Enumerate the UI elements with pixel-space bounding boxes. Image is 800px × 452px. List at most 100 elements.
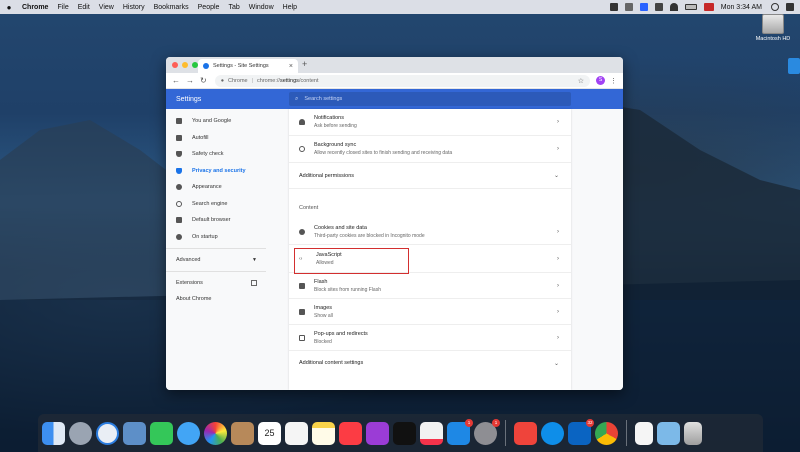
chrome-window: Settings - Site Settings × + ← → ↻ ● Chr… (166, 57, 623, 390)
setting-flash[interactable]: Flash Block sites from running Flash › (289, 273, 571, 299)
contacts-icon[interactable] (231, 421, 254, 445)
address-bar[interactable]: ● Chrome | chrome://settings/content ☆ (214, 74, 590, 87)
menu-people[interactable]: People (198, 4, 220, 11)
setting-javascript[interactable]: ‹› JavaScript Allowed › (289, 245, 571, 274)
photo-preview-icon[interactable] (123, 421, 146, 445)
bluetooth-icon[interactable] (639, 3, 648, 11)
menu-app-name[interactable]: Chrome (22, 4, 48, 11)
photos-icon[interactable] (204, 421, 227, 445)
menu-file[interactable]: File (57, 4, 68, 11)
teamviewer-icon[interactable] (541, 421, 564, 445)
finder-icon[interactable] (42, 421, 65, 445)
notes-icon[interactable] (312, 421, 335, 445)
folder-icon[interactable] (657, 421, 680, 445)
calendar-icon[interactable]: 25 (258, 421, 281, 445)
reload-icon[interactable]: ↻ (200, 76, 207, 85)
desktop-drive[interactable]: Macintosh HD (752, 14, 794, 42)
url-separator: | (251, 77, 254, 84)
trash-icon[interactable] (684, 421, 702, 445)
setting-notifications[interactable]: Notifications Ask before sending › (289, 109, 571, 136)
setting-subtitle: Third-party cookies are blocked in Incog… (314, 232, 425, 239)
sidebar-extensions[interactable]: Extensions (166, 275, 289, 291)
podcasts-icon[interactable] (366, 421, 389, 445)
search-settings-input[interactable]: ⌕ Search settings (289, 92, 571, 106)
setting-title: Flash (314, 278, 328, 285)
grid-icon[interactable] (624, 3, 633, 11)
facetime-icon[interactable] (150, 421, 173, 445)
search-icon[interactable] (771, 3, 779, 11)
sidebar-divider (166, 248, 266, 249)
sidebar-item-safety-check[interactable]: Safety check (166, 146, 289, 163)
app-store-badge: 1 (465, 418, 473, 427)
sidebar-item-you-and-google[interactable]: You and Google (166, 113, 289, 130)
wifi-icon[interactable] (669, 3, 678, 11)
minimize-window-button[interactable] (182, 62, 188, 68)
menu-tab[interactable]: Tab (228, 4, 239, 11)
sidebar-item-privacy-and-security[interactable]: Privacy and security (166, 163, 289, 180)
flag-icon[interactable] (703, 3, 714, 11)
reminders-icon[interactable] (285, 421, 308, 445)
menu-history[interactable]: History (123, 4, 145, 11)
sidebar-item-search-engine[interactable]: Search engine (166, 196, 289, 213)
browser-toolbar: ← → ↻ ● Chrome | chrome://settings/conte… (166, 73, 623, 89)
sidebar-item-autofill[interactable]: Autofill (166, 130, 289, 147)
additional-content-settings-toggle[interactable]: Additional content settings ⌄ (289, 351, 571, 375)
menu-help[interactable]: Help (283, 4, 297, 11)
apple-tv-icon[interactable] (393, 421, 416, 445)
setting-subtitle: Allowed (316, 259, 334, 266)
page-title: Settings (176, 95, 202, 103)
safari-icon[interactable] (96, 421, 119, 445)
setting-images[interactable]: Images Show all › (289, 299, 571, 325)
menu-edit[interactable]: Edit (78, 4, 90, 11)
forward-icon[interactable]: → (186, 76, 194, 85)
menu-clock[interactable]: Mon 3:34 AM (721, 4, 762, 11)
sidebar-advanced[interactable]: Advanced ▼ (166, 252, 289, 268)
menu-bookmarks[interactable]: Bookmarks (154, 4, 189, 11)
sidebar-item-on-startup[interactable]: On startup (166, 229, 289, 246)
messages-icon[interactable] (177, 421, 200, 445)
anydesk-icon[interactable] (514, 421, 537, 445)
chevron-down-icon: ⌄ (553, 360, 559, 367)
battery-icon[interactable] (684, 4, 697, 10)
sidebar-item-label: Privacy and security (192, 167, 246, 174)
close-window-button[interactable] (172, 62, 178, 68)
menu-list-icon[interactable] (786, 3, 794, 11)
menu-window[interactable]: Window (249, 4, 274, 11)
settings-content: You and Google Autofill Safety check Pri… (166, 109, 623, 390)
bookmark-star-icon[interactable]: ☆ (578, 77, 584, 85)
external-link-icon (251, 280, 257, 286)
chevron-right-icon: › (557, 282, 559, 289)
menu-view[interactable]: View (99, 4, 114, 11)
teamviewer-side-button[interactable] (788, 58, 800, 74)
back-icon[interactable]: ← (172, 76, 180, 85)
document-icon[interactable] (635, 421, 653, 445)
close-tab-icon[interactable]: × (289, 63, 293, 70)
sidebar-item-default-browser[interactable]: Default browser (166, 212, 289, 229)
outlook-icon[interactable]: 32 (568, 418, 594, 445)
news-icon[interactable] (420, 421, 443, 445)
sidebar-about-chrome[interactable]: About Chrome (166, 291, 289, 307)
setting-cookies[interactable]: Cookies and site data Third-party cookie… (289, 219, 571, 245)
new-tab-button[interactable]: + (302, 59, 307, 69)
sidebar-item-appearance[interactable]: Appearance (166, 179, 289, 196)
music-icon[interactable] (339, 421, 362, 445)
sidebar-item-label: Default browser (192, 217, 231, 224)
launchpad-icon[interactable] (69, 421, 92, 445)
tab-settings[interactable]: Settings - Site Settings × (198, 59, 298, 73)
chrome-menu-icon[interactable]: ⋮ (610, 77, 617, 85)
chrome-icon[interactable] (595, 421, 618, 445)
app-store-icon[interactable]: 1 (447, 418, 473, 445)
system-preferences-icon[interactable]: 1 (474, 418, 500, 445)
setting-subtitle: Blocked (314, 338, 332, 345)
setting-background-sync[interactable]: Background sync Allow recently closed si… (289, 136, 571, 163)
system-preferences-badge: 1 (492, 418, 500, 427)
pen-icon[interactable] (609, 3, 618, 11)
profile-avatar[interactable]: S (596, 76, 605, 85)
cookie-icon (299, 228, 305, 235)
sidebar-item-label: On startup (192, 233, 218, 240)
airplay-icon[interactable] (654, 3, 663, 11)
additional-permissions-toggle[interactable]: Additional permissions ⌄ (289, 163, 571, 189)
apple-icon[interactable]: ● (4, 3, 14, 12)
sync-icon (299, 146, 305, 152)
setting-popups[interactable]: Pop-ups and redirects Blocked › (289, 325, 571, 351)
